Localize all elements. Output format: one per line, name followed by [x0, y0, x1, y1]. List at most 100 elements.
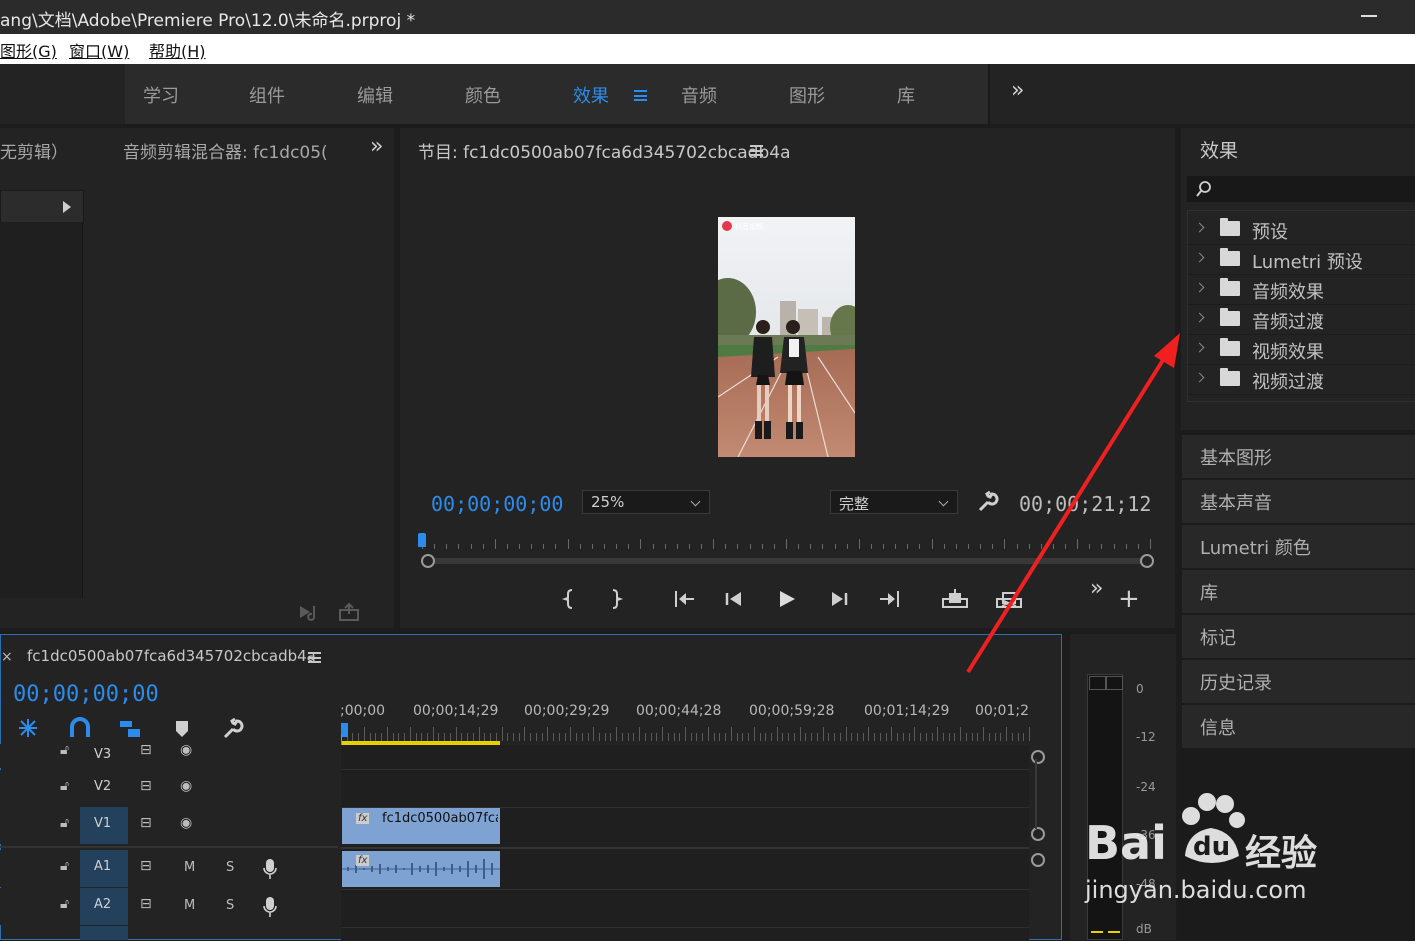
folder-audio-transitions[interactable]: 音频过渡 [1188, 305, 1415, 335]
mark-in-icon[interactable] [560, 588, 584, 610]
lock-icon[interactable]: 🔓︎ [60, 858, 69, 874]
play-icon[interactable] [775, 588, 799, 610]
playback-resolution-dropdown[interactable]: 完整 [830, 490, 958, 514]
sync-lock-icon[interactable]: ⊟ [140, 742, 152, 758]
menu-help[interactable]: 帮助(H) [149, 38, 206, 62]
lock-icon[interactable]: 🔓︎ [60, 778, 69, 794]
timeline-timecode[interactable]: 00;00;00;00 [13, 682, 159, 707]
panel-overflow-icon[interactable]: » [370, 134, 383, 159]
video-frame[interactable]: 抖音视频 [718, 217, 855, 457]
folder-lumetri-presets[interactable]: Lumetri 预设 [1188, 245, 1415, 275]
zoom-dropdown[interactable]: 25% [582, 490, 710, 514]
track-label-a2[interactable]: A2 [94, 897, 111, 912]
audio-scroll-handle-top[interactable] [1031, 853, 1045, 867]
lock-icon[interactable]: 🔓︎ [60, 896, 69, 912]
step-back-icon[interactable] [723, 588, 747, 610]
folder-video-effects[interactable]: 视频效果 [1188, 335, 1415, 365]
sequence-tab[interactable]: fc1dc0500ab07fca6d345702cbcadb4a [27, 647, 316, 665]
effects-search-input[interactable] [1187, 176, 1415, 202]
track-label-v1[interactable]: V1 [94, 816, 111, 831]
mark-out-icon[interactable] [605, 588, 629, 610]
timeline-settings-wrench-icon[interactable] [221, 717, 245, 739]
program-menu-icon[interactable] [750, 145, 763, 156]
microphone-icon[interactable] [262, 858, 278, 880]
lock-icon[interactable]: 🔓︎ [60, 815, 69, 831]
minimize-icon[interactable] [1361, 15, 1377, 17]
folder-presets[interactable]: 预设 [1188, 215, 1415, 245]
eye-icon[interactable]: ◉ [180, 742, 192, 758]
snap-magnet-icon[interactable] [68, 717, 92, 739]
lift-icon[interactable] [940, 588, 970, 610]
zoom-handle-right[interactable] [1140, 554, 1154, 568]
sync-lock-icon[interactable]: ⊟ [140, 815, 152, 831]
tab-color[interactable]: 颜色 [465, 82, 501, 108]
transport-overflow-icon[interactable]: » [1090, 576, 1103, 601]
workspace-menu-icon[interactable] [634, 90, 647, 101]
solo-button[interactable]: S [226, 860, 234, 875]
mute-button[interactable]: M [184, 898, 195, 913]
tab-graphics[interactable]: 图形 [789, 82, 825, 108]
solo-button[interactable]: S [226, 898, 234, 913]
timeline-ruler[interactable] [341, 721, 1030, 743]
tab-audio[interactable]: 音频 [681, 82, 717, 108]
go-to-in-icon[interactable] [672, 588, 696, 610]
linked-selection-icon[interactable] [118, 717, 142, 739]
nest-sequence-icon[interactable] [16, 717, 40, 739]
panel-lumetri-color[interactable]: Lumetri 颜色 [1182, 525, 1415, 568]
panel-essential-sound[interactable]: 基本声音 [1182, 480, 1415, 523]
tab-audio-clip-mixer[interactable]: 音频剪辑混合器: fc1dc05( [123, 138, 328, 163]
program-monitor-title[interactable]: 节目: fc1dc0500ab07fca6d345702cbcadb4a [418, 138, 791, 163]
add-marker-icon[interactable] [173, 719, 191, 739]
eye-icon[interactable]: ◉ [180, 778, 192, 794]
effects-panel-title[interactable]: 效果 [1200, 136, 1238, 163]
panel-info[interactable]: 信息 [1182, 705, 1415, 748]
timeline-playhead-head[interactable] [341, 723, 348, 737]
workspace-overflow-icon[interactable]: » [1011, 78, 1024, 103]
extract-icon[interactable] [994, 588, 1024, 610]
folder-video-transitions[interactable]: 视频过渡 [1188, 365, 1415, 395]
panel-essential-graphics[interactable]: 基本图形 [1182, 435, 1415, 478]
tab-libraries[interactable]: 库 [897, 82, 915, 108]
button-editor-icon[interactable]: + [1118, 586, 1140, 612]
lock-icon[interactable]: 🔓︎ [60, 742, 69, 758]
sync-lock-icon[interactable]: ⊟ [140, 896, 152, 912]
tab-editing[interactable]: 编辑 [357, 82, 393, 108]
eye-icon[interactable]: ◉ [180, 815, 192, 831]
zoom-handle-left[interactable] [421, 554, 435, 568]
time-ruler[interactable] [422, 533, 1151, 555]
panel-libraries[interactable]: 库 [1182, 570, 1415, 613]
folder-audio-effects[interactable]: 音频效果 [1188, 275, 1415, 305]
step-forward-icon[interactable] [828, 588, 852, 610]
audio-clip[interactable]: fx [342, 851, 500, 887]
video-scrollbar[interactable] [1035, 759, 1037, 829]
go-to-out-icon[interactable] [878, 588, 902, 610]
video-scroll-handle-top[interactable] [1031, 750, 1045, 764]
export-frame-icon[interactable] [338, 602, 362, 622]
sync-lock-icon[interactable]: ⊟ [140, 778, 152, 794]
panel-markers[interactable]: 标记 [1182, 615, 1415, 658]
track-label-a3-partial[interactable] [80, 926, 128, 940]
program-playhead[interactable] [418, 533, 426, 547]
close-sequence-icon[interactable]: × [1, 649, 13, 665]
panel-history[interactable]: 历史记录 [1182, 660, 1415, 703]
menu-graphics[interactable]: 图形(G) [0, 38, 57, 62]
playhead-timecode[interactable]: 00;00;00;00 [431, 492, 563, 516]
track-label-v3[interactable]: V3 [94, 747, 111, 762]
mute-button[interactable]: M [184, 860, 195, 875]
sequence-menu-icon[interactable] [308, 652, 321, 663]
zoom-scrollbar[interactable] [428, 558, 1146, 564]
expand-icon[interactable] [63, 201, 71, 213]
track-label-a1[interactable]: A1 [94, 859, 111, 874]
tab-effects[interactable]: 效果 [573, 82, 609, 108]
microphone-icon[interactable] [262, 896, 278, 918]
settings-wrench-icon[interactable] [976, 490, 1000, 514]
menu-window[interactable]: 窗口(W) [69, 38, 129, 62]
video-scroll-handle-bottom[interactable] [1031, 827, 1045, 841]
track-label-v2[interactable]: V2 [94, 779, 111, 794]
tab-assembly[interactable]: 组件 [249, 82, 285, 108]
tab-learn[interactable]: 学习 [143, 82, 179, 108]
video-clip[interactable]: fx fc1dc0500ab07fca6d [342, 808, 500, 844]
sync-lock-icon[interactable]: ⊟ [140, 858, 152, 874]
export-audio-icon[interactable] [298, 602, 324, 622]
tab-source-clip[interactable]: 无剪辑） [0, 138, 68, 163]
